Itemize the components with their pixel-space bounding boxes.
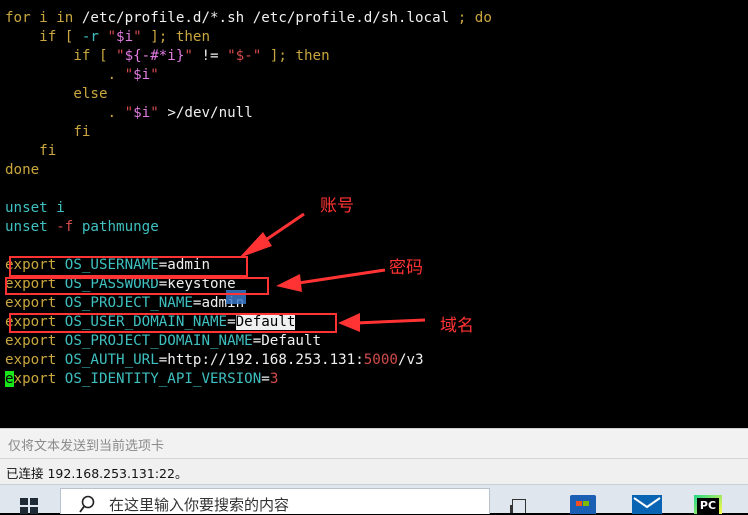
annotation-account: 账号 — [320, 196, 354, 216]
annotation-arrows — [239, 212, 426, 332]
search-placeholder: 在这里输入你要搜索的内容 — [109, 496, 290, 514]
taskbar: 在这里输入你要搜索的内容 PC — [0, 484, 748, 514]
taskbar-search-box[interactable]: 在这里输入你要搜索的内容 — [60, 488, 490, 514]
annotation-password: 密码 — [389, 258, 423, 278]
windows-start-icon[interactable] — [20, 498, 38, 514]
send-command-bar[interactable]: 仅将文本发送到当前选项卡 — [0, 428, 748, 458]
pycharm-icon[interactable]: PC — [694, 495, 722, 514]
connection-status: 已连接 192.168.253.131:22。 — [6, 466, 188, 481]
task-view-icon[interactable] — [510, 497, 530, 513]
send-bar-placeholder: 仅将文本发送到当前选项卡 — [8, 439, 165, 454]
mail-icon[interactable] — [632, 495, 662, 514]
annotation-domain: 域名 — [440, 316, 474, 336]
store-icon[interactable] — [570, 495, 596, 514]
status-bar: 已连接 192.168.253.131:22。 — [0, 458, 748, 484]
terminal-window[interactable]: for i in /etc/profile.d/*.sh /etc/profil… — [0, 0, 748, 428]
search-icon — [79, 495, 95, 513]
